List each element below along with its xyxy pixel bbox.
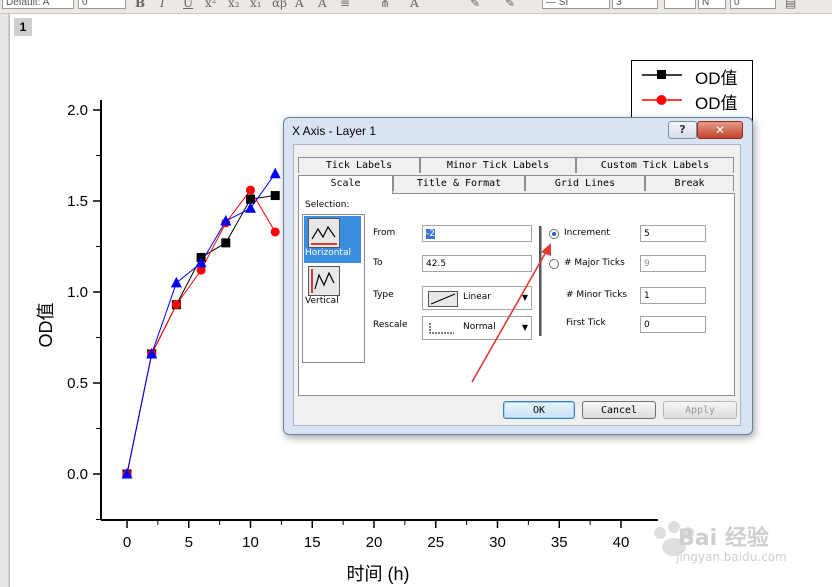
x-tick-label: 5 [185, 534, 193, 551]
x-tick-label: 0 [123, 534, 131, 551]
rescale-label: Rescale [373, 320, 408, 330]
rescale-select[interactable]: Normal ▼ [422, 316, 532, 340]
x-tick-label: 25 [427, 534, 444, 551]
major-ticks-label: # Major Ticks [564, 258, 625, 268]
tab-tick-labels[interactable]: Tick Labels [298, 157, 420, 173]
data-point [221, 238, 231, 248]
dialog-body: Tick Labels Minor Tick Labels Custom Tic… [293, 144, 741, 426]
from-label: From [373, 228, 396, 238]
watermark-url: jingyan.baidu.com [676, 550, 787, 564]
rescale-icon [429, 323, 454, 334]
rescale-value: Normal [463, 322, 496, 332]
cancel-button[interactable]: Cancel [582, 401, 656, 419]
y-tick-label: 2.0 [67, 102, 88, 119]
tab-custom-tick-labels[interactable]: Custom Tick Labels [576, 157, 734, 173]
major-ticks-input[interactable]: 9 [640, 255, 706, 272]
help-button[interactable]: ? [668, 121, 697, 139]
from-value: -2 [426, 229, 435, 239]
selection-item-vertical[interactable]: Vertical [304, 264, 361, 311]
selection-item-label: Vertical [305, 296, 339, 306]
tab-scale[interactable]: Scale [298, 175, 393, 194]
selection-item-label: Horizontal [305, 248, 351, 258]
y-axis-title: OD值 [36, 303, 56, 348]
type-label: Type [373, 290, 394, 300]
increment-input[interactable]: 5 [640, 225, 706, 242]
selection-list[interactable]: Horizontal Vertical [302, 214, 365, 363]
to-input[interactable]: 42.5 [422, 255, 532, 272]
first-tick-label: First Tick [566, 318, 606, 328]
x-tick-label: 30 [489, 534, 506, 551]
type-value: Linear [463, 292, 491, 302]
data-point [220, 215, 232, 226]
x-tick-label: 20 [366, 534, 383, 551]
major-ticks-radio[interactable] [549, 259, 559, 269]
dialog-title: X Axis - Layer 1 [292, 124, 377, 138]
y-tick-label: 0.5 [67, 375, 88, 392]
from-input[interactable]: -2 [422, 225, 532, 242]
selection-label: Selection: [305, 200, 350, 210]
legend-circle-icon [642, 95, 682, 105]
x-tick-label: 35 [551, 534, 568, 551]
type-select[interactable]: Linear ▼ [422, 286, 532, 310]
increment-label: Increment [564, 228, 610, 238]
data-point [245, 202, 256, 213]
tab-grid-lines[interactable]: Grid Lines [525, 175, 645, 191]
chevron-down-icon: ▼ [521, 293, 528, 302]
scale-panel: Selection: Horizontal Vertical From -2 T… [298, 193, 735, 396]
x-axis-dialog[interactable]: X Axis - Layer 1 ? ✕ Tick Labels Minor T… [283, 117, 753, 435]
legend-square-icon [642, 70, 682, 79]
x-axis-title: 时间 (h) [347, 564, 410, 584]
series-line [126, 195, 276, 475]
x-tick-label: 10 [242, 534, 259, 551]
increment-radio[interactable] [549, 229, 559, 239]
series-line [126, 189, 276, 475]
tab-break[interactable]: Break [645, 175, 734, 191]
minor-ticks-label: # Minor Ticks [566, 290, 628, 300]
to-label: To [373, 258, 383, 268]
x-tick-label: 15 [304, 534, 321, 551]
divider [539, 226, 542, 336]
close-button[interactable]: ✕ [697, 121, 743, 139]
data-point [171, 300, 181, 310]
series-line [126, 173, 276, 475]
y-tick-label: 1.0 [67, 284, 88, 301]
tab-title-format[interactable]: Title & Format [393, 175, 525, 191]
vertical-axis-icon [308, 266, 340, 296]
data-point [246, 185, 255, 195]
data-point [270, 191, 280, 201]
x-tick-label: 40 [613, 534, 630, 551]
y-tick-label: 1.5 [67, 193, 88, 210]
y-tick-label: 0.0 [67, 466, 88, 483]
data-point [170, 276, 182, 288]
watermark-text: Bai 经验 [678, 526, 769, 551]
minor-ticks-input[interactable]: 1 [640, 287, 706, 304]
first-tick-input[interactable]: 0 [640, 316, 706, 333]
data-point [269, 167, 281, 179]
ok-button[interactable]: OK [503, 401, 575, 419]
apply-button[interactable]: Apply [663, 401, 737, 419]
chevron-down-icon: ▼ [521, 323, 528, 332]
legend-label: OD值 [695, 94, 738, 113]
tab-minor-tick-labels[interactable]: Minor Tick Labels [420, 157, 576, 173]
selection-item-horizontal[interactable]: Horizontal [304, 216, 361, 263]
horizontal-axis-icon [308, 218, 340, 248]
linear-scale-icon [428, 291, 458, 307]
legend-label: OD值 [695, 69, 738, 88]
data-point [270, 227, 280, 237]
